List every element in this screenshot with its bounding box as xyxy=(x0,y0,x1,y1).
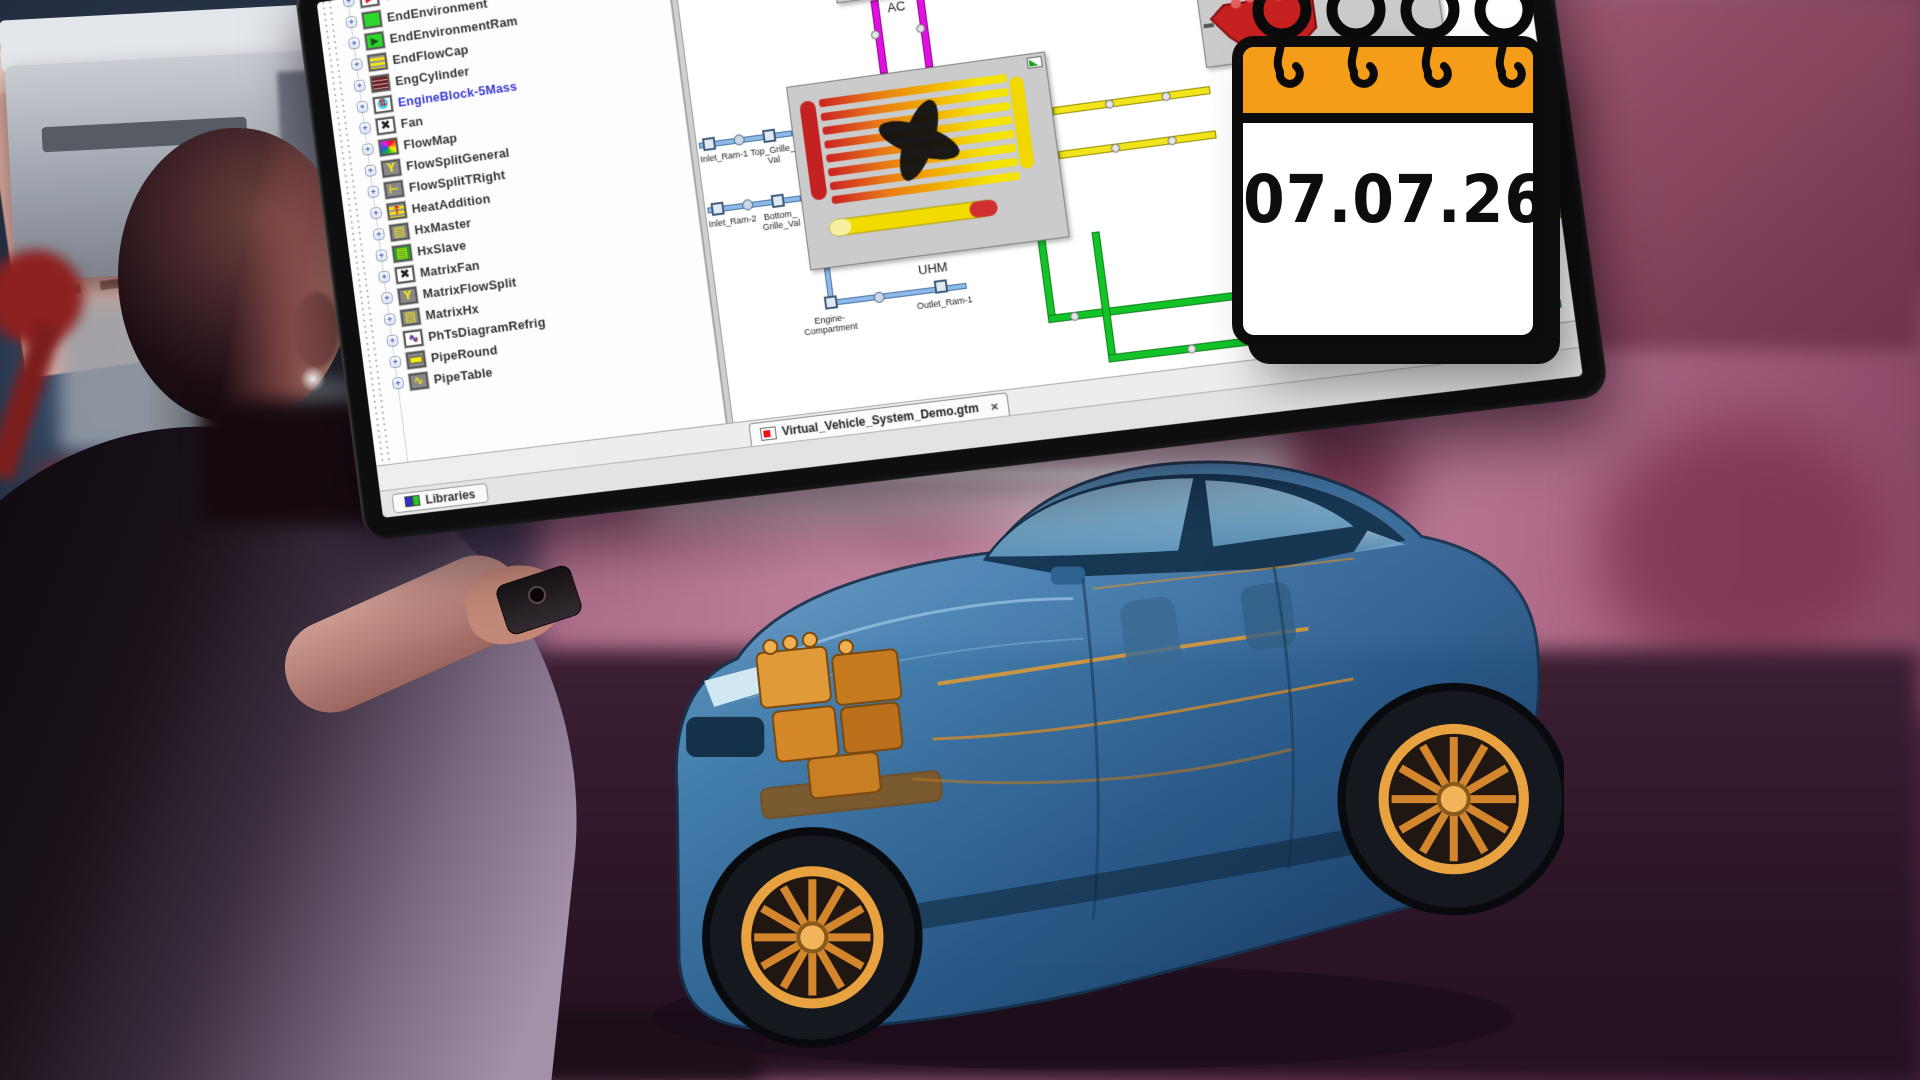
gtm-file-icon xyxy=(760,426,777,441)
pipe-table-icon xyxy=(408,371,429,390)
heat-addition-icon xyxy=(386,201,407,220)
expander-icon[interactable] xyxy=(389,355,402,368)
flow-split-y-icon xyxy=(397,286,418,305)
binder-ring-icon xyxy=(1250,0,1314,100)
top-grille-valve[interactable] xyxy=(762,129,776,144)
hx-master-icon xyxy=(389,222,410,241)
libraries-tab-label: Libraries xyxy=(425,487,477,507)
expander-icon[interactable] xyxy=(356,100,369,113)
expander-icon[interactable] xyxy=(367,185,380,198)
expander-icon[interactable] xyxy=(370,207,383,220)
flow-split-t-icon xyxy=(384,180,405,199)
expander-icon[interactable] xyxy=(353,79,366,92)
phts-diagram-icon xyxy=(403,329,424,348)
expander-icon[interactable] xyxy=(392,377,405,390)
end-environment-icon xyxy=(362,10,383,29)
engine-compartment-node[interactable] xyxy=(824,295,838,309)
engine-block-icon xyxy=(373,95,394,114)
expander-icon[interactable] xyxy=(386,334,399,347)
binder-ring-icon xyxy=(1398,0,1462,100)
node-label: Inlet_Ram-1 xyxy=(692,147,755,166)
person-ear xyxy=(292,292,340,368)
eng-cylinder-icon xyxy=(370,73,391,92)
expander-icon[interactable] xyxy=(381,292,394,305)
bottom-grille-valve[interactable] xyxy=(771,194,785,208)
calendar-date: 07.07.26 xyxy=(1243,162,1533,239)
binder-ring-icon xyxy=(1324,0,1388,100)
compressor-icon xyxy=(359,0,380,8)
node-label: Top_Grille_ Val xyxy=(749,142,798,169)
hx-slave-icon xyxy=(392,243,413,262)
solver-flag-icon[interactable] xyxy=(1026,56,1042,69)
inlet-ram-2-node[interactable] xyxy=(711,202,725,216)
expander-icon[interactable] xyxy=(342,0,355,8)
expander-icon[interactable] xyxy=(348,37,361,50)
expander-icon[interactable] xyxy=(372,228,385,241)
outlet-ram-1-node[interactable] xyxy=(934,279,949,294)
library-squares-icon xyxy=(404,495,420,507)
inlet-ram-1-node[interactable] xyxy=(702,137,716,151)
car-render xyxy=(652,448,1564,1080)
expander-icon[interactable] xyxy=(383,313,396,326)
expander-icon[interactable] xyxy=(351,58,364,71)
expander-icon[interactable] xyxy=(364,164,377,177)
expander-icon[interactable] xyxy=(375,249,388,262)
fan-icon xyxy=(394,265,415,284)
expander-icon[interactable] xyxy=(359,122,372,135)
end-environment-ram-icon xyxy=(364,31,385,50)
library-tree-panel: CompressorRefrig EndEnvironment EndEnvir… xyxy=(317,0,727,466)
pipe-refrigerant xyxy=(916,0,934,68)
close-icon[interactable]: × xyxy=(990,398,1000,414)
tab-libraries[interactable]: Libraries xyxy=(391,482,488,513)
fan-icon xyxy=(375,116,396,135)
expander-icon[interactable] xyxy=(345,16,358,29)
glasses-glint xyxy=(300,366,326,392)
hx-master-icon xyxy=(400,307,421,326)
rear-wheel xyxy=(1342,687,1564,911)
block-label-uhm: UHM xyxy=(917,259,948,278)
block-label-ac: AC xyxy=(886,0,906,15)
pipe-round-icon xyxy=(406,350,427,369)
node-label: Outlet_Ram-1 xyxy=(910,294,979,313)
expander-icon[interactable] xyxy=(378,270,391,283)
expander-icon[interactable] xyxy=(362,143,375,156)
end-flow-cap-icon xyxy=(367,52,388,71)
node-label: Bottom_ Grille_Val xyxy=(755,207,806,234)
calendar-badge: 07.07.26 xyxy=(1232,36,1544,346)
front-wheel xyxy=(706,831,918,1043)
block-uhm[interactable] xyxy=(786,51,1070,270)
radiator-fan-icon xyxy=(787,52,1068,269)
flow-split-y-icon xyxy=(381,158,402,177)
promo-banner: { "scene": { "calendar": { "date": "07.0… xyxy=(0,0,1920,1080)
node-label: Engine- Compartment xyxy=(795,310,866,339)
flow-map-icon xyxy=(378,137,399,156)
binder-ring-icon xyxy=(1472,0,1536,100)
